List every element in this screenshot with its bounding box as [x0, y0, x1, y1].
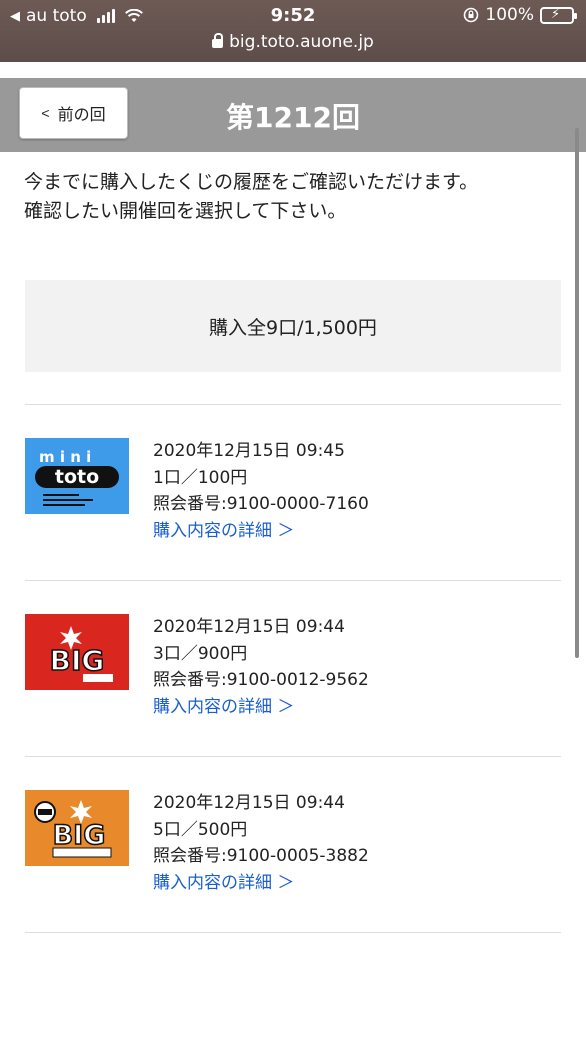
url-text: big.toto.auone.jp — [229, 32, 374, 52]
item-details: 2020年12月15日 09:44 5口／500円 照会番号:9100-0005… — [153, 790, 369, 896]
svg-text:BIG: BIG — [50, 644, 105, 677]
reference-number: 照会番号:9100-0000-7160 — [153, 494, 369, 514]
lock-icon — [212, 33, 224, 48]
purchase-item: m i n i toto 2020年12月15日 09:45 1口／100円 照… — [25, 404, 561, 580]
purchase-item: BIG 2020年12月15日 09:44 3口／900円 照会番号:9100-… — [25, 580, 561, 756]
purchase-datetime: 2020年12月15日 09:45 — [153, 441, 345, 461]
item-details: 2020年12月15日 09:45 1口／100円 照会番号:9100-0000… — [153, 438, 369, 544]
purchase-datetime: 2020年12月15日 09:44 — [153, 617, 345, 637]
intro-text: 今までに購入したくじの履歴をご確認いただけます。 確認したい開催回を選択して下さ… — [24, 168, 564, 226]
item-details: 2020年12月15日 09:44 3口／900円 照会番号:9100-0012… — [153, 614, 369, 720]
purchase-summary: 購入全9口/1,500円 — [25, 280, 561, 372]
purchase-datetime: 2020年12月15日 09:44 — [153, 793, 345, 813]
svg-text:m i n i: m i n i — [39, 448, 91, 466]
scrollbar[interactable] — [575, 128, 579, 658]
page-title: 第1212回 — [226, 101, 360, 134]
battery-icon: ⚡ — [540, 6, 577, 24]
big-logo: BIG — [25, 614, 129, 690]
svg-text:toto: toto — [55, 466, 99, 488]
url-bar[interactable]: big.toto.auone.jp — [0, 32, 586, 52]
purchase-detail-link[interactable]: 購入内容の詳細 ＞ — [153, 870, 369, 897]
page-header: < 前の回 第1212回 — [0, 78, 586, 152]
reference-number: 照会番号:9100-0012-9562 — [153, 670, 369, 690]
purchase-detail-link[interactable]: 購入内容の詳細 ＞ — [153, 694, 369, 721]
purchase-quantity: 1口／100円 — [153, 467, 248, 488]
status-right: 100% ⚡ — [463, 5, 577, 25]
reference-number: 照会番号:9100-0005-3882 — [153, 846, 369, 866]
intro-line-2: 確認したい開催回を選択して下さい。 — [24, 200, 347, 222]
divider — [25, 932, 561, 933]
100yen-big-logo: BIG — [25, 790, 129, 866]
purchase-detail-link[interactable]: 購入内容の詳細 ＞ — [153, 518, 369, 545]
intro-line-1: 今までに購入したくじの履歴をご確認いただけます。 — [24, 171, 479, 193]
mini-toto-logo: m i n i toto — [25, 438, 129, 514]
purchase-quantity: 3口／900円 — [153, 643, 248, 664]
purchase-item: BIG 2020年12月15日 09:44 5口／500円 照会番号:9100-… — [25, 756, 561, 932]
svg-text:BIG: BIG — [53, 820, 106, 851]
orientation-lock-icon — [464, 7, 479, 23]
status-bar: ◀ au toto 9:52 100% ⚡ big.toto.auone.jp — [0, 0, 586, 62]
battery-percent: 100% — [485, 5, 534, 25]
purchase-quantity: 5口／500円 — [153, 819, 248, 840]
